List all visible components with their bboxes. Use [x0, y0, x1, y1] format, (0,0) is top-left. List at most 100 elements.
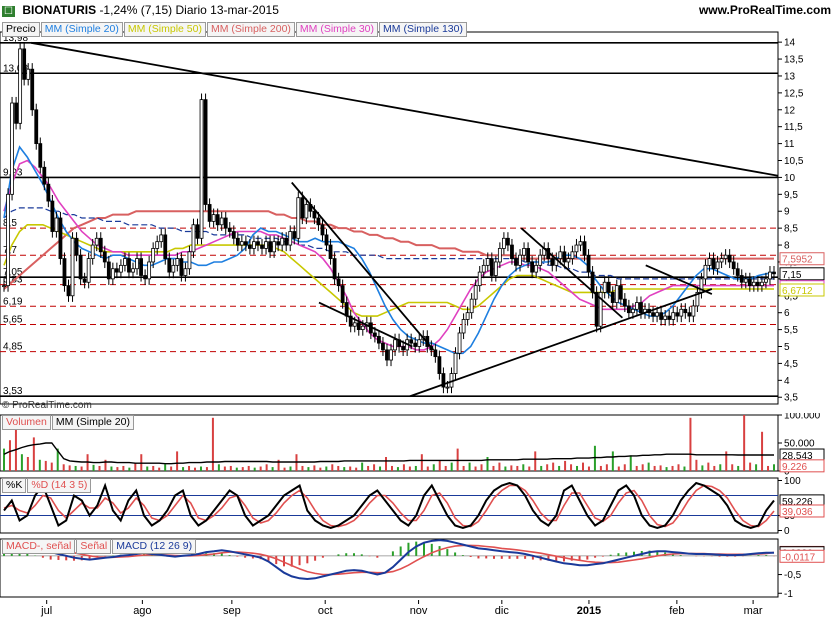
candle-up — [578, 241, 583, 246]
candle-down — [328, 244, 333, 259]
price-value-tag: 7,15 — [782, 270, 802, 281]
candle-down — [231, 231, 236, 239]
volume-axis-tick-label: 100.000 — [784, 413, 821, 422]
candle-up — [110, 268, 115, 280]
candle-up — [461, 319, 466, 334]
price-axis-tick-label: 10 — [784, 173, 796, 184]
candle-down — [356, 322, 361, 331]
candle-up — [703, 264, 708, 280]
legend-item[interactable]: %K — [2, 478, 27, 493]
candle-up — [663, 315, 668, 320]
legend-item[interactable]: MM (Simple 20) — [51, 415, 134, 430]
candle-up — [457, 332, 462, 354]
candle-up — [86, 258, 91, 283]
legend-item[interactable]: MM (Simple 130) — [379, 22, 467, 37]
candle-down — [687, 312, 692, 317]
candle-up — [417, 339, 422, 347]
candle-down — [586, 254, 591, 273]
legend-item[interactable]: MACD (12 26 9) — [112, 539, 197, 554]
candle-down — [622, 298, 627, 307]
legend-item[interactable]: Precio — [2, 22, 40, 37]
legend-item[interactable]: MM (Simple 50) — [123, 22, 206, 37]
candle-down — [618, 285, 623, 300]
candle-up — [469, 298, 474, 314]
price-axis-tick-label: 13,5 — [784, 55, 804, 66]
candle-down — [30, 68, 35, 111]
legend-item[interactable]: %D (14 3 5) — [27, 478, 92, 493]
candle-up — [18, 48, 23, 124]
candle-down — [179, 258, 184, 276]
candle-up — [445, 386, 450, 389]
candle-down — [610, 291, 615, 303]
candle-up — [764, 278, 768, 283]
period-label: Diario — [175, 3, 207, 17]
candle-up — [389, 349, 393, 361]
header-left: ☐ BIONATURIS -1,24% (7,15) Diario 13-mar… — [2, 3, 279, 17]
legend-item[interactable]: Volumen — [2, 415, 51, 430]
candle-down — [268, 241, 272, 253]
candle-down — [735, 268, 740, 276]
level-label: 5,65 — [3, 315, 23, 326]
candle-down — [675, 312, 680, 317]
candle-down — [401, 346, 406, 351]
candle-up — [155, 241, 160, 249]
candle-up — [272, 241, 277, 253]
candle-down — [506, 237, 510, 246]
candle-up — [10, 102, 14, 195]
candle-down — [332, 258, 337, 280]
stochastic-chart[interactable]: 03010059,22639,036 — [0, 476, 835, 537]
candle-up — [280, 237, 285, 246]
price-axis-tick-label: 12,5 — [784, 88, 804, 99]
candle-up — [501, 237, 506, 249]
candle-down — [409, 339, 414, 344]
x-axis-month-label: sep — [223, 605, 241, 617]
price-plot-area — [0, 31, 779, 405]
candle-down — [413, 342, 418, 347]
candle-up — [239, 241, 244, 246]
candle-up — [465, 312, 470, 320]
price-axis-tick-label: 13 — [784, 71, 796, 82]
stochastic-axis-tick-label: 100 — [784, 476, 801, 487]
x-axis-month-label: ago — [133, 605, 151, 617]
legend-item[interactable]: Señal — [76, 539, 112, 554]
candle-up — [187, 251, 192, 270]
candle-down — [381, 342, 385, 351]
candle-up — [352, 322, 357, 327]
candle-down — [139, 258, 143, 276]
candle-down — [143, 275, 147, 280]
candle-down — [14, 102, 18, 124]
candle-down — [46, 183, 51, 202]
price-axis-tick-label: 5,5 — [784, 325, 798, 336]
credit-label: © ProRealTime.com — [2, 400, 92, 411]
candle-down — [433, 349, 438, 358]
candle-up — [558, 251, 563, 259]
legend-item[interactable]: MACD-, señal — [2, 539, 76, 554]
price-chart[interactable]: 13,9813,089,938,57,77,056,836,195,654,85… — [0, 20, 835, 410]
candle-up — [691, 305, 696, 317]
candle-up — [497, 248, 502, 263]
site-link[interactable]: www.ProRealTime.com — [699, 3, 831, 17]
candle-up — [211, 214, 216, 222]
candle-down — [582, 241, 587, 256]
candle-up — [631, 308, 635, 314]
macd-value-tag: -0,0117 — [782, 552, 816, 563]
ticker-badge: ☐ — [2, 6, 15, 17]
legend-item[interactable]: MM (Simple 20) — [40, 22, 123, 37]
stochastic-axis-tick-label: 0 — [784, 526, 790, 536]
candle-down — [235, 237, 240, 246]
legend-item[interactable]: MM (Simple 30) — [295, 22, 379, 37]
level-label: 6,19 — [3, 296, 23, 307]
candle-down — [372, 332, 377, 337]
candle-up — [481, 264, 486, 273]
price-axis-tick-label: 4,5 — [784, 359, 798, 370]
candle-down — [300, 197, 305, 219]
candle-up — [715, 261, 720, 270]
candle-down — [78, 254, 83, 280]
x-axis-svg: jul ago sep oct nov dic 2015 feb mar — [40, 600, 763, 617]
candle-down — [243, 241, 248, 246]
candle-up — [360, 325, 365, 330]
candle-up — [90, 244, 95, 259]
legend-item[interactable]: MM (Simple 200) — [206, 22, 295, 37]
x-axis-month-label: dic — [495, 605, 510, 617]
candle-up — [534, 264, 539, 273]
